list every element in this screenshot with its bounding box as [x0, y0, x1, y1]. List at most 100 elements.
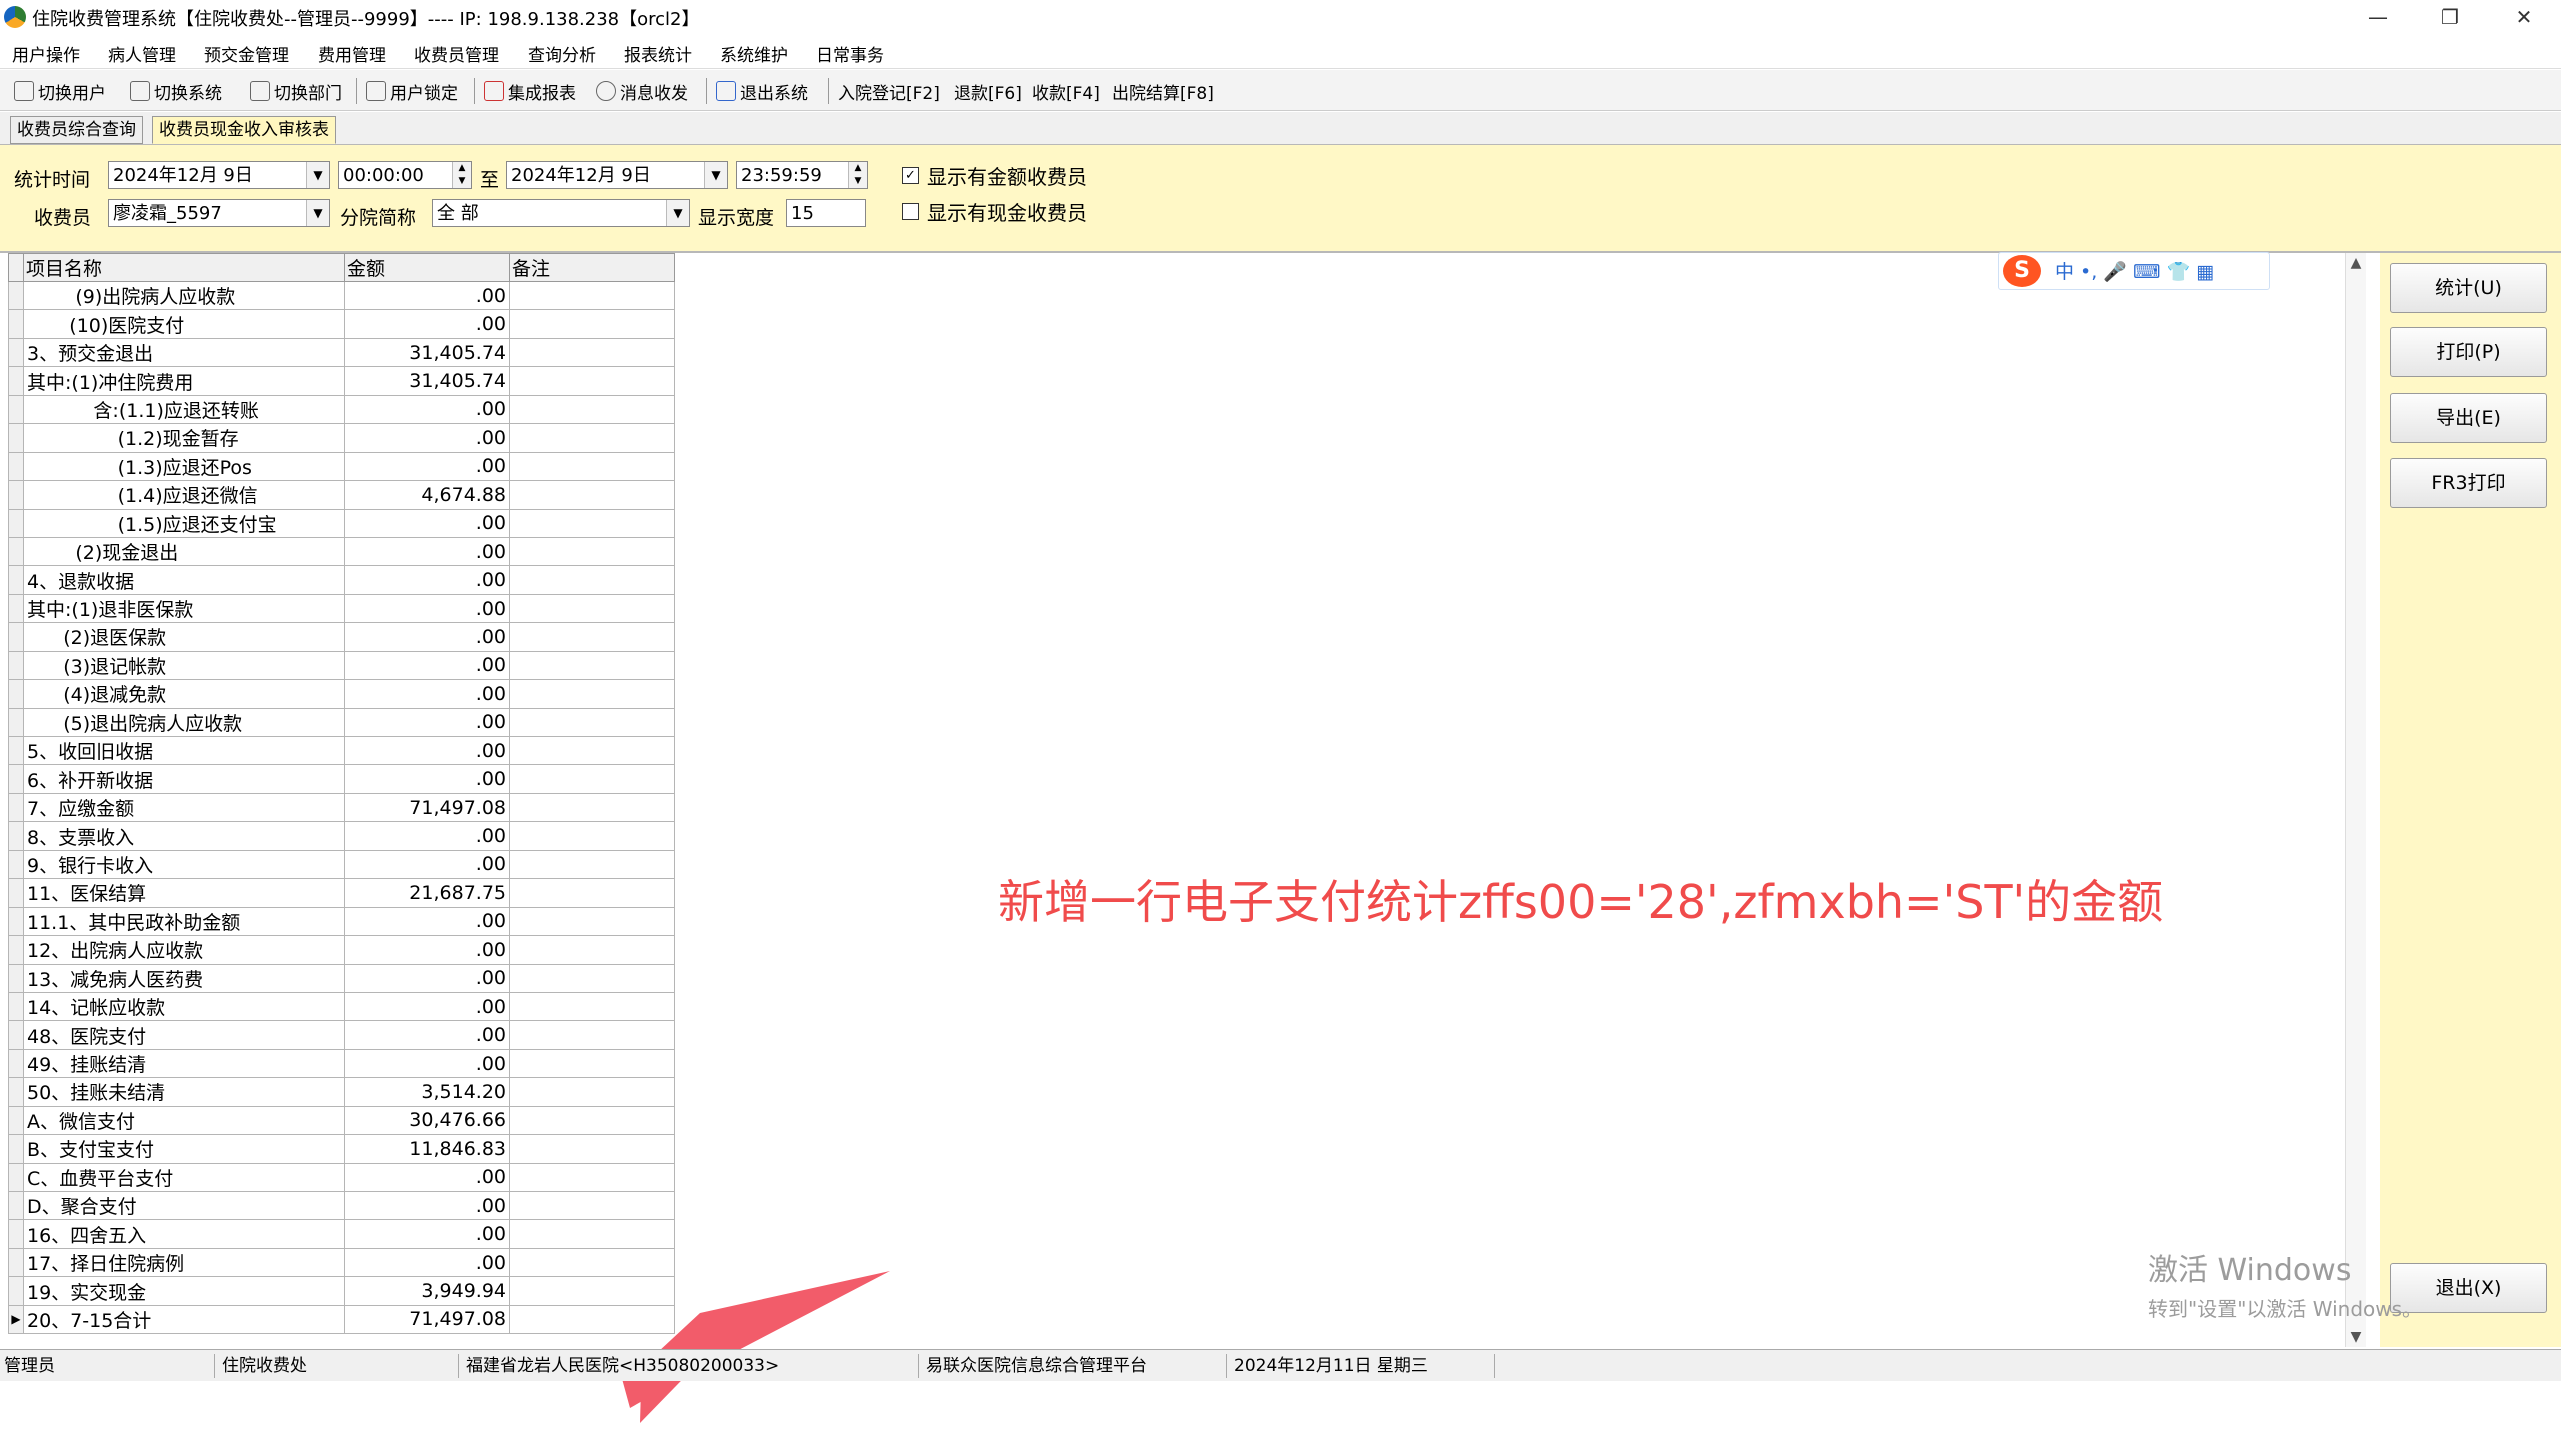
row-indicator[interactable]	[8, 650, 24, 681]
sogou-logo-icon[interactable]: S	[2003, 255, 2041, 287]
note-cell[interactable]	[509, 735, 675, 766]
amount-cell[interactable]: .00	[344, 991, 510, 1022]
amount-cell[interactable]: .00	[344, 536, 510, 567]
table-row[interactable]: (3)退记帐款 .00	[8, 650, 675, 681]
amount-cell[interactable]: .00	[344, 451, 510, 482]
amount-cell[interactable]: .00	[344, 935, 510, 965]
row-indicator[interactable]	[8, 707, 24, 738]
minimize-button[interactable]: —	[2348, 0, 2408, 34]
table-row[interactable]: 11.1、其中民政补助金额 .00	[8, 906, 675, 937]
item-name-cell[interactable]: 50、挂账未结清	[23, 1077, 345, 1107]
amount-cell[interactable]: .00	[344, 679, 510, 709]
amount-cell[interactable]: .00	[344, 565, 510, 595]
menu-cashier[interactable]: 收费员管理	[414, 41, 499, 66]
dropdown-arrow-icon[interactable]: ▼	[306, 200, 329, 226]
row-indicator[interactable]	[8, 1020, 24, 1050]
table-row[interactable]: (2)退医保款 .00	[8, 622, 675, 652]
dropdown-arrow-icon[interactable]: ▼	[306, 162, 329, 188]
table-row[interactable]: 6、补开新收据 .00	[8, 764, 675, 794]
amount-cell[interactable]: 30,476.66	[344, 1105, 510, 1136]
row-indicator[interactable]	[8, 1219, 24, 1249]
column-header-item[interactable]: 项目名称	[23, 253, 345, 282]
note-cell[interactable]	[509, 309, 675, 339]
table-row[interactable]: A、微信支付 30,476.66	[8, 1105, 675, 1136]
item-name-cell[interactable]: 49、挂账结清	[23, 1048, 345, 1079]
item-name-cell[interactable]: (1.4)应退还微信	[23, 480, 345, 510]
item-name-cell[interactable]: 其中:(1)退非医保款	[23, 593, 345, 624]
note-cell[interactable]	[509, 878, 675, 908]
amount-cell[interactable]: .00	[344, 1219, 510, 1249]
table-row[interactable]: 5、收回旧收据 .00	[8, 735, 675, 766]
amount-cell[interactable]: .00	[344, 1247, 510, 1278]
table-row[interactable]: 50、挂账未结清 3,514.20	[8, 1077, 675, 1107]
amount-cell[interactable]: .00	[344, 906, 510, 937]
row-indicator[interactable]	[8, 536, 24, 567]
item-name-cell[interactable]: (1.5)应退还支付宝	[23, 508, 345, 538]
menu-daily[interactable]: 日常事务	[816, 41, 884, 66]
amount-cell[interactable]: 11,846.83	[344, 1134, 510, 1164]
table-row[interactable]: 含:(1.1)应退还转账 .00	[8, 394, 675, 425]
table-row[interactable]: D、聚合支付 .00	[8, 1190, 675, 1221]
table-row[interactable]: 14、记帐应收款 .00	[8, 991, 675, 1022]
row-indicator[interactable]	[8, 849, 24, 880]
table-row[interactable]: 9、银行卡收入 .00	[8, 849, 675, 880]
row-indicator[interactable]	[8, 337, 24, 368]
item-name-cell[interactable]: 16、四舍五入	[23, 1219, 345, 1249]
amount-cell[interactable]: .00	[344, 508, 510, 538]
export-button[interactable]: 导出(E)	[2390, 393, 2547, 443]
note-cell[interactable]	[509, 423, 675, 453]
amount-cell[interactable]: 71,497.08	[344, 1304, 510, 1335]
checkbox-unchecked-icon[interactable]	[902, 203, 919, 220]
scroll-down-icon[interactable]: ▼	[2346, 1329, 2366, 1345]
scroll-up-icon[interactable]: ▲	[2346, 255, 2366, 271]
row-indicator[interactable]	[8, 394, 24, 425]
switch-user-button[interactable]: 切换用户	[14, 78, 106, 104]
menu-patient[interactable]: 病人管理	[108, 41, 176, 66]
row-indicator[interactable]	[8, 309, 24, 339]
note-cell[interactable]	[509, 707, 675, 738]
amount-cell[interactable]: .00	[344, 280, 510, 311]
note-cell[interactable]	[509, 280, 675, 311]
dropdown-arrow-icon[interactable]: ▼	[704, 162, 727, 188]
row-indicator[interactable]	[8, 792, 24, 823]
row-indicator[interactable]	[8, 764, 24, 794]
item-name-cell[interactable]: (1.3)应退还Pos	[23, 451, 345, 482]
row-indicator[interactable]	[8, 1134, 24, 1164]
row-indicator[interactable]	[8, 280, 24, 311]
note-cell[interactable]	[509, 622, 675, 652]
note-cell[interactable]	[509, 764, 675, 794]
item-name-cell[interactable]: 7、应缴金额	[23, 792, 345, 823]
row-indicator[interactable]: ▶	[8, 1304, 24, 1335]
note-cell[interactable]	[509, 508, 675, 538]
table-row[interactable]: 49、挂账结清 .00	[8, 1048, 675, 1079]
row-indicator[interactable]	[8, 878, 24, 908]
table-row[interactable]: (1.3)应退还Pos .00	[8, 451, 675, 482]
integrated-report-button[interactable]: 集成报表	[484, 78, 576, 104]
amount-cell[interactable]: .00	[344, 423, 510, 453]
row-indicator[interactable]	[8, 906, 24, 937]
note-cell[interactable]	[509, 394, 675, 425]
amount-cell[interactable]: .00	[344, 622, 510, 652]
item-name-cell[interactable]: (1.2)现金暂存	[23, 423, 345, 453]
display-width-input[interactable]: 15	[786, 199, 866, 227]
admission-button[interactable]: 入院登记[F2]	[838, 78, 940, 104]
table-row[interactable]: 12、出院病人应收款 .00	[8, 935, 675, 965]
note-cell[interactable]	[509, 366, 675, 396]
table-row[interactable]: 19、实交现金 3,949.94	[8, 1276, 675, 1306]
row-indicator[interactable]	[8, 1276, 24, 1306]
amount-cell[interactable]: .00	[344, 593, 510, 624]
row-indicator[interactable]	[8, 1190, 24, 1221]
row-indicator[interactable]	[8, 679, 24, 709]
row-indicator[interactable]	[8, 593, 24, 624]
amount-cell[interactable]: 3,949.94	[344, 1276, 510, 1306]
table-row[interactable]: 8、支票收入 .00	[8, 821, 675, 851]
row-indicator[interactable]	[8, 1048, 24, 1079]
item-name-cell[interactable]: (3)退记帐款	[23, 650, 345, 681]
close-button[interactable]: ✕	[2494, 0, 2554, 34]
table-row[interactable]: 其中:(1)退非医保款 .00	[8, 593, 675, 624]
note-cell[interactable]	[509, 480, 675, 510]
table-row[interactable]: 7、应缴金额 71,497.08	[8, 792, 675, 823]
item-name-cell[interactable]: 含:(1.1)应退还转账	[23, 394, 345, 425]
note-cell[interactable]	[509, 906, 675, 937]
amount-cell[interactable]: 71,497.08	[344, 792, 510, 823]
